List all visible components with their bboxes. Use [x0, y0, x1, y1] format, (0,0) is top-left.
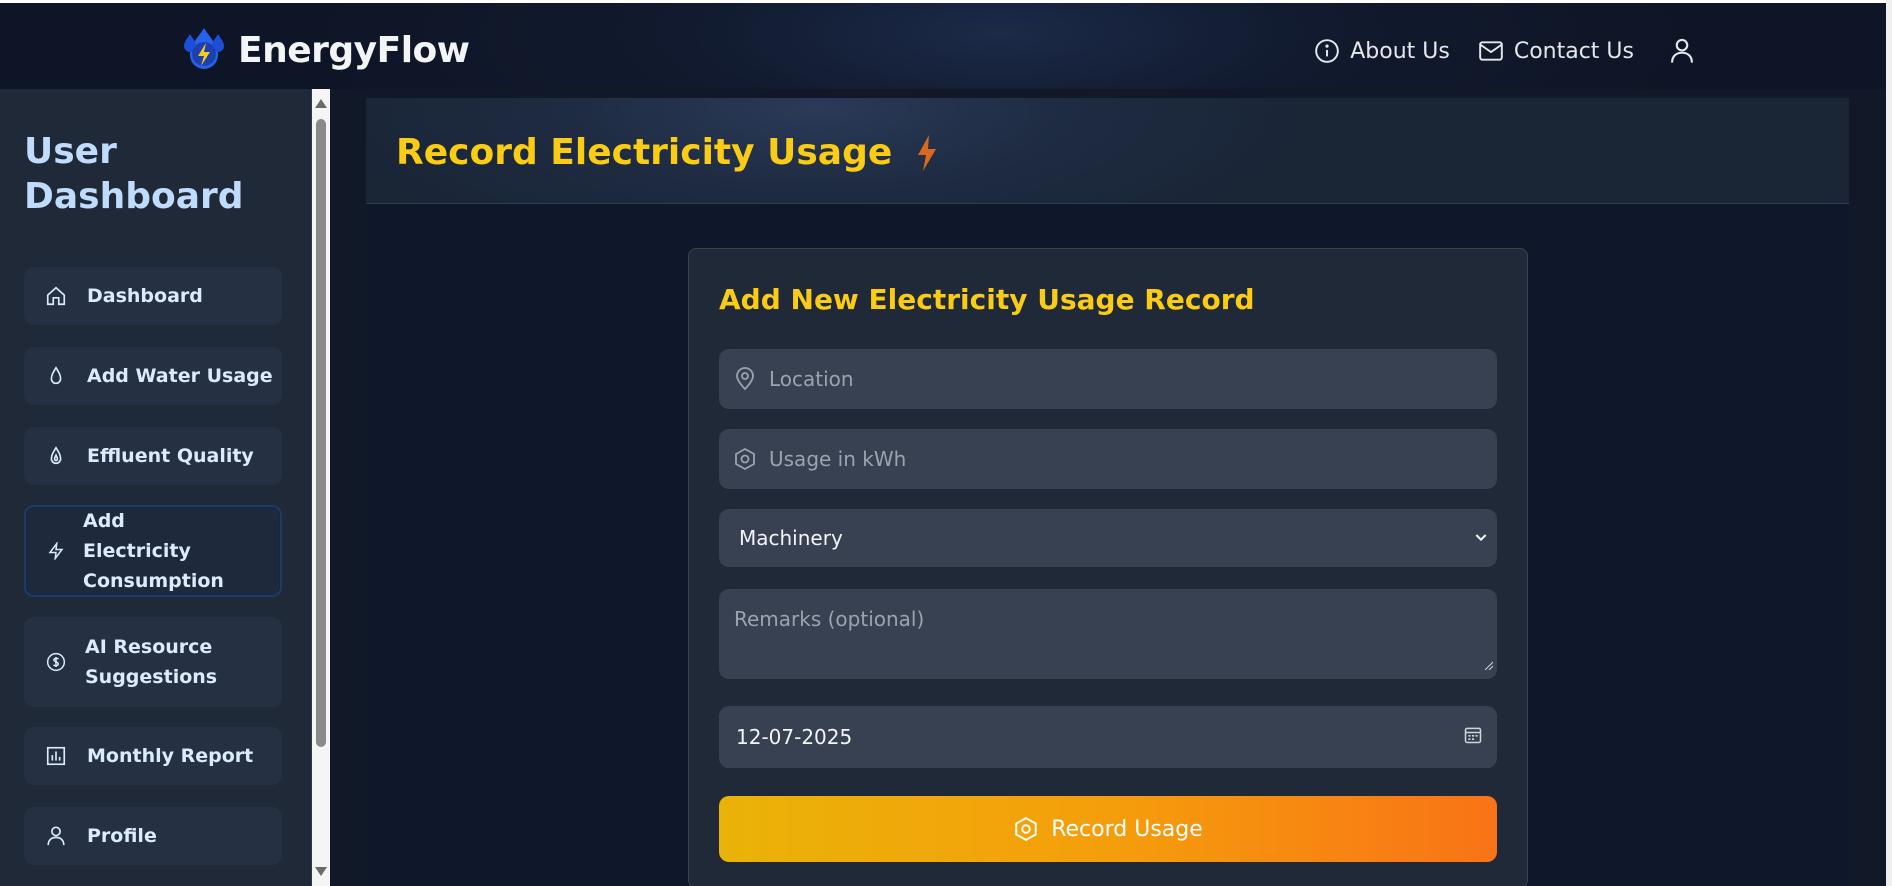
record-usage-label: Record Usage — [1051, 816, 1203, 842]
about-us-link[interactable]: About Us — [1314, 38, 1450, 64]
nav-links: About Us Contact Us — [1286, 31, 1696, 71]
dollar-circle-icon — [45, 651, 67, 673]
page-title-text: Record Electricity Usage — [396, 132, 893, 173]
date-value: 12-07-2025 — [736, 725, 853, 749]
remarks-textarea[interactable]: Remarks (optional) — [719, 589, 1497, 679]
info-icon — [1315, 39, 1340, 63]
contact-us-link[interactable]: Contact Us — [1478, 38, 1634, 64]
sidebar-item-label: Add Water Usage — [87, 365, 273, 387]
app-window: EnergyFlow About Us Contact Us User Dash… — [0, 3, 1886, 886]
sidebar-item-add-electricity-consumption[interactable]: Add Electricity Consumption — [24, 505, 282, 597]
page-title: Record Electricity Usage — [396, 132, 940, 173]
resize-grip-icon[interactable] — [1483, 651, 1494, 675]
brand[interactable]: EnergyFlow — [178, 25, 470, 75]
location-placeholder: Location — [769, 367, 854, 391]
remarks-placeholder: Remarks (optional) — [734, 607, 925, 631]
about-us-label: About Us — [1350, 38, 1450, 64]
category-selected-value: Machinery — [739, 526, 843, 550]
sidebar-item-add-water-usage[interactable]: Add Water Usage — [24, 347, 282, 405]
sidebar-title: User Dashboard — [24, 131, 244, 217]
bolt-icon — [918, 134, 937, 171]
sidebar-item-effluent-quality[interactable]: Effluent Quality — [24, 427, 282, 485]
page-header: Record Electricity Usage — [366, 98, 1849, 204]
calendar-icon[interactable] — [1463, 725, 1483, 750]
sidebar: User Dashboard Dashboard Add Water Usage… — [0, 89, 312, 886]
droplet-icon — [45, 365, 67, 387]
page-scrollbar[interactable] — [1886, 0, 1892, 886]
map-pin-icon — [733, 367, 757, 391]
sidebar-scrollbar[interactable] — [312, 89, 330, 886]
chevron-down-icon — [1473, 526, 1489, 550]
usage-placeholder: Usage in kWh — [769, 447, 907, 471]
user-icon — [1671, 38, 1693, 63]
hexagon-icon — [733, 447, 757, 471]
user-account-button[interactable] — [1668, 37, 1696, 65]
sidebar-item-label: Monthly Report — [87, 745, 254, 767]
flame-drop-icon — [45, 445, 67, 467]
usage-form-card: Add New Electricity Usage Record Locatio… — [688, 248, 1528, 886]
hexagon-icon — [1015, 817, 1037, 841]
sidebar-item-dashboard[interactable]: Dashboard — [24, 267, 282, 325]
sidebar-item-ai-resource-suggestions[interactable]: AI Resource Suggestions — [24, 617, 282, 707]
scroll-up-arrow-icon[interactable] — [315, 99, 327, 108]
category-select[interactable]: Machinery — [719, 509, 1497, 567]
sidebar-item-label: Dashboard — [87, 285, 203, 307]
home-icon — [45, 285, 67, 307]
sidebar-item-profile[interactable]: Profile — [24, 807, 282, 865]
sidebar-item-label: Add Electricity Consumption — [83, 510, 224, 592]
sidebar-item-monthly-report[interactable]: Monthly Report — [24, 727, 282, 785]
bar-chart-icon — [45, 745, 67, 767]
sidebar-item-label: AI Resource Suggestions — [85, 636, 218, 688]
usage-kwh-input[interactable]: Usage in kWh — [719, 429, 1497, 489]
contact-us-label: Contact Us — [1513, 38, 1634, 64]
top-navbar: EnergyFlow About Us Contact Us — [0, 3, 1886, 93]
bolt-icon — [45, 540, 67, 562]
scrollbar-thumb[interactable] — [316, 119, 326, 747]
user-icon — [45, 825, 67, 847]
record-usage-button[interactable]: Record Usage — [719, 796, 1497, 862]
form-title: Add New Electricity Usage Record — [719, 283, 1255, 316]
mail-icon — [1479, 41, 1503, 61]
date-input[interactable]: 12-07-2025 — [719, 706, 1497, 768]
sidebar-item-label: Effluent Quality — [87, 445, 254, 467]
sidebar-item-label: Profile — [87, 825, 157, 847]
content-panel: Record Electricity Usage Add New Electri… — [366, 98, 1849, 886]
brand-name: EnergyFlow — [238, 29, 470, 71]
location-input[interactable]: Location — [719, 349, 1497, 409]
scroll-down-arrow-icon[interactable] — [315, 867, 327, 876]
main-area: Record Electricity Usage Add New Electri… — [330, 89, 1886, 886]
water-bolt-logo-icon — [184, 28, 224, 69]
